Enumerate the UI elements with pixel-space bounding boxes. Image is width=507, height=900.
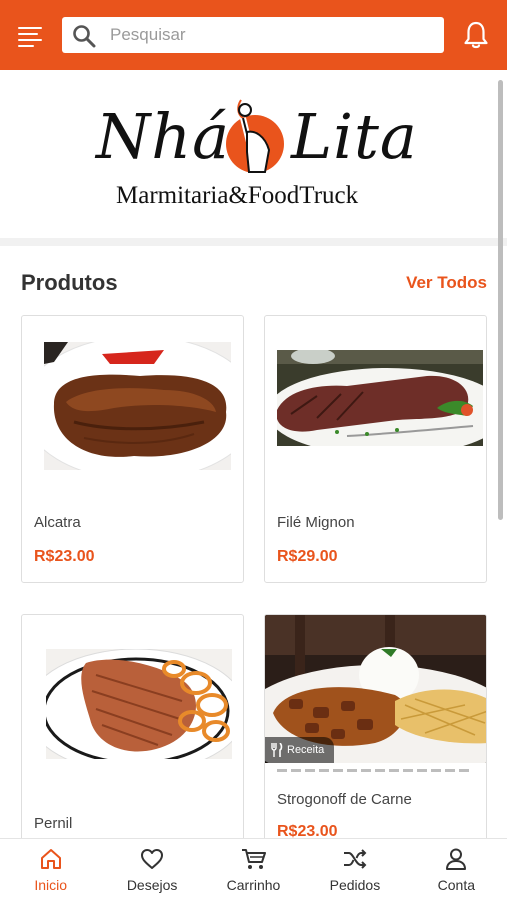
- product-image: [44, 342, 231, 470]
- nav-label: Desejos: [126, 877, 178, 893]
- recipe-badge[interactable]: Receita: [265, 737, 335, 763]
- product-price: R$29.00: [277, 548, 338, 565]
- product-name: Strogonoff de Carne: [277, 791, 412, 808]
- product-name: Pernil: [34, 815, 73, 832]
- logo-subtitle: Marmitaria&FoodTruck: [116, 182, 359, 209]
- logo-script-right: Lita: [291, 100, 418, 173]
- search-bar[interactable]: [62, 17, 444, 53]
- product-name: Alcatra: [34, 514, 81, 531]
- see-all-link[interactable]: Ver Todos: [406, 273, 487, 293]
- product-name: Filé Mignon: [277, 514, 355, 531]
- user-icon: [446, 848, 467, 870]
- notification-bell-icon[interactable]: [462, 20, 490, 50]
- bottom-navigation: Inicio Desejos Carrinho Pedidos Conta: [0, 838, 507, 900]
- fork-knife-icon: [271, 743, 283, 757]
- app-screen: Nhá Lita Marmitaria&FoodTruck Produtos V…: [0, 0, 507, 900]
- home-icon: [40, 849, 61, 869]
- product-image: [46, 649, 232, 759]
- heart-icon: [141, 849, 164, 869]
- scrollbar-thumb[interactable]: [498, 80, 503, 520]
- shuffle-icon: [343, 849, 367, 869]
- top-app-bar: [0, 0, 507, 70]
- nav-label: Conta: [437, 877, 475, 893]
- logo-script-left: Nhá: [96, 100, 231, 173]
- nav-label: Inicio: [34, 877, 68, 893]
- product-card-alcatra[interactable]: Alcatra R$23.00: [21, 315, 244, 583]
- nav-label: Carrinho: [226, 877, 281, 893]
- cropped-description: [265, 763, 486, 777]
- product-price: R$23.00: [34, 548, 95, 565]
- cart-icon: [241, 849, 266, 869]
- menu-icon[interactable]: [18, 24, 44, 47]
- nav-item-desejos[interactable]: Desejos: [101, 839, 202, 900]
- chef-spoon-emblem-icon: [226, 99, 284, 173]
- recipe-badge-label: Receita: [287, 744, 325, 756]
- nav-item-pedidos[interactable]: Pedidos: [304, 839, 405, 900]
- product-image: [277, 350, 483, 446]
- search-input[interactable]: [110, 17, 430, 53]
- nav-item-conta[interactable]: Conta: [406, 839, 507, 900]
- search-icon: [73, 25, 96, 48]
- nav-item-carrinho[interactable]: Carrinho: [203, 839, 304, 900]
- product-image: Receita: [265, 615, 486, 763]
- product-card-file-mignon[interactable]: Filé Mignon R$29.00: [264, 315, 487, 583]
- nav-label: Pedidos: [329, 877, 381, 893]
- section-title: Produtos: [21, 270, 118, 295]
- divider: [0, 238, 507, 246]
- nav-item-inicio[interactable]: Inicio: [0, 839, 101, 900]
